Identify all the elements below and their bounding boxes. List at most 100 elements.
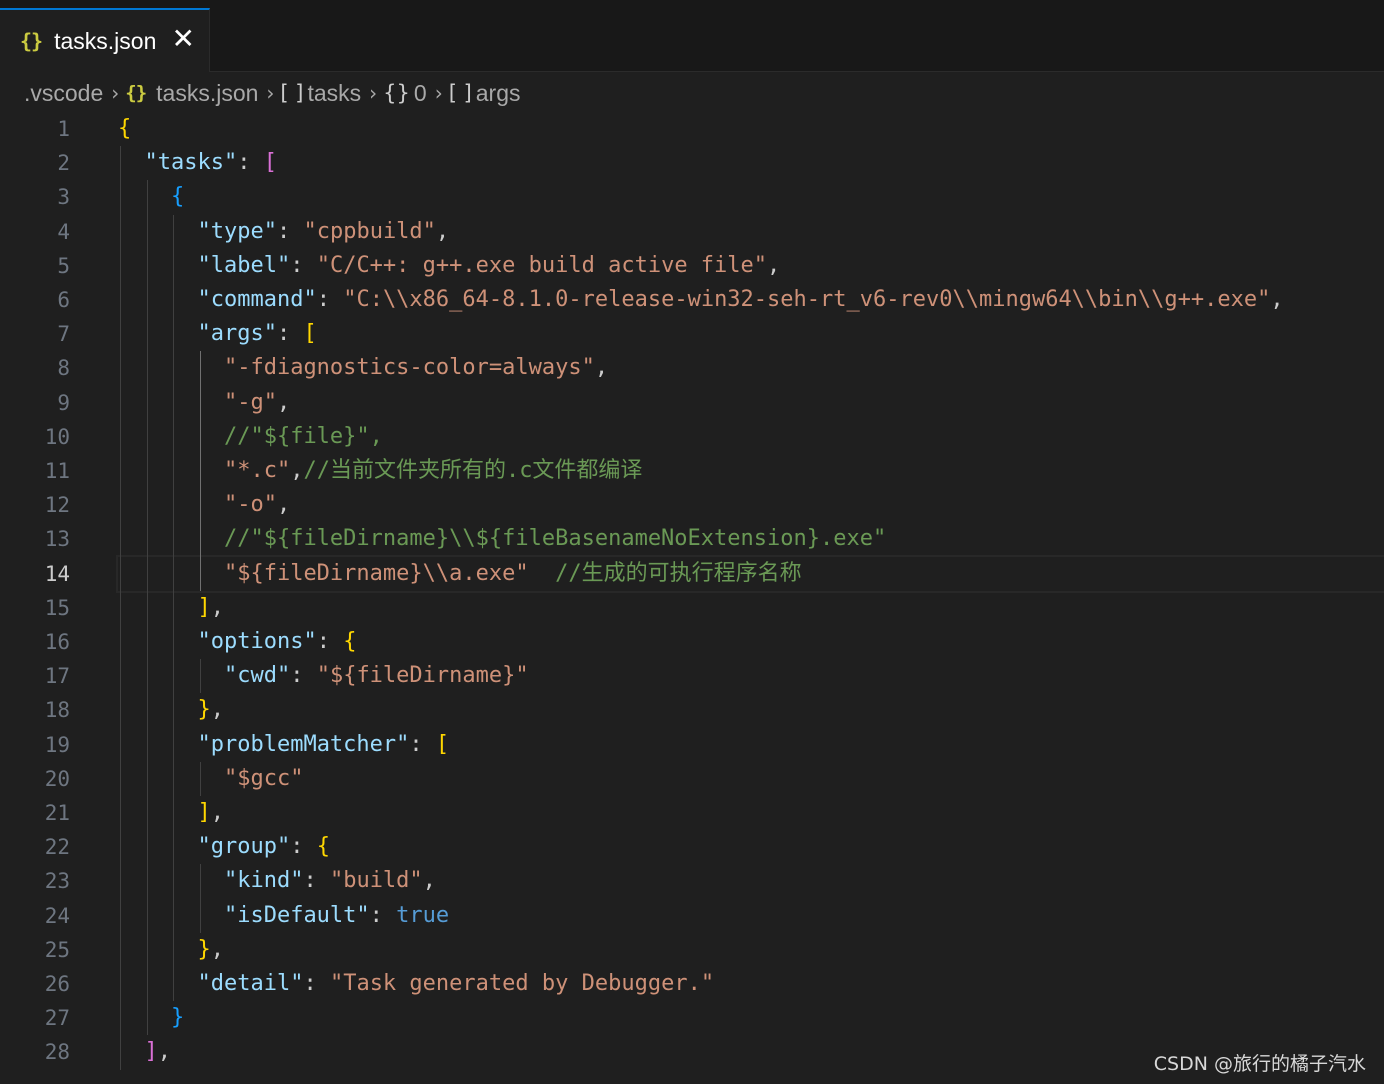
tab-tasks-json[interactable]: {} tasks.json ✕ bbox=[0, 8, 210, 72]
array-icon: [ ] bbox=[448, 81, 472, 105]
code-token: , bbox=[435, 218, 450, 244]
line-number: 5 bbox=[57, 253, 70, 278]
code-line[interactable]: 21 ], bbox=[0, 796, 1384, 830]
watermark: CSDN @旅行的橘子汽水 bbox=[1153, 1053, 1366, 1075]
code-text: //"${fileDirname}\\${fileBasenameNoExten… bbox=[118, 522, 1384, 556]
breadcrumb-tasks[interactable]: tasks bbox=[307, 80, 361, 107]
code-line[interactable]: 1{ bbox=[0, 112, 1384, 146]
breadcrumb-args[interactable]: args bbox=[476, 80, 521, 107]
code-token: "detail" bbox=[197, 971, 304, 996]
line-number: 13 bbox=[44, 527, 70, 552]
breadcrumb-index[interactable]: 0 bbox=[414, 80, 427, 107]
line-number: 17 bbox=[44, 664, 70, 689]
code-token: : bbox=[316, 629, 344, 654]
indent-guide bbox=[120, 146, 121, 1070]
code-line[interactable]: 27 } bbox=[0, 1001, 1384, 1035]
line-number: 7 bbox=[57, 322, 70, 347]
code-line[interactable]: 15 ], bbox=[0, 591, 1384, 625]
code-editor[interactable]: 1{2 "tasks": [3 {4 "type": "cppbuild", 5 … bbox=[0, 112, 1384, 1084]
code-text: "cwd": "${fileDirname}" bbox=[118, 659, 1384, 693]
code-line[interactable]: 18 }, bbox=[0, 693, 1384, 727]
code-line[interactable]: 13 //"${fileDirname}\\${fileBasenameNoEx… bbox=[0, 522, 1384, 556]
json-file-icon: {} bbox=[125, 82, 147, 104]
code-line[interactable]: 7 "args": [ bbox=[0, 317, 1384, 351]
code-line[interactable]: 6 "command": "C:\\x86_64-8.1.0-release-w… bbox=[0, 283, 1384, 317]
code-text: { bbox=[118, 180, 1384, 214]
code-token: "options" bbox=[197, 629, 317, 654]
code-token: , bbox=[290, 458, 304, 483]
code-line[interactable]: 5 "label": "C/C++: g++.exe build active … bbox=[0, 249, 1384, 283]
code-token: "-g" bbox=[223, 389, 277, 415]
code-line[interactable]: 3 { bbox=[0, 180, 1384, 214]
code-line[interactable]: 14 "${fileDirname}\\a.exe" //生成的可执行程序名称 bbox=[0, 554, 1384, 593]
code-line[interactable]: 20 "$gcc" bbox=[0, 762, 1384, 796]
indent-guide bbox=[199, 659, 201, 694]
code-token: ] bbox=[197, 594, 211, 620]
line-number: 24 bbox=[44, 903, 70, 928]
close-icon[interactable]: ✕ bbox=[172, 25, 195, 53]
code-line[interactable]: 4 "type": "cppbuild", bbox=[0, 215, 1384, 249]
code-token: "command" bbox=[197, 287, 317, 312]
code-token: , bbox=[210, 800, 224, 825]
code-line[interactable]: 23 "kind": "build", bbox=[0, 864, 1384, 898]
indent-guide bbox=[199, 351, 201, 591]
code-token: true bbox=[396, 902, 450, 928]
code-line[interactable]: 26 "detail": "Task generated by Debugger… bbox=[0, 967, 1384, 1001]
code-token: "tasks" bbox=[144, 150, 238, 176]
code-line[interactable]: 16 "options": { bbox=[0, 625, 1384, 659]
code-token: , bbox=[210, 594, 224, 620]
code-line[interactable]: 9 "-g", bbox=[0, 386, 1384, 420]
code-token: { bbox=[170, 184, 185, 210]
code-token: : bbox=[303, 971, 330, 996]
code-line[interactable]: 17 "cwd": "${fileDirname}" bbox=[0, 659, 1384, 693]
code-line[interactable]: 19 "problemMatcher": [ bbox=[0, 728, 1384, 762]
line-number: 26 bbox=[44, 972, 70, 996]
line-number: 2 bbox=[57, 151, 70, 176]
code-token: : bbox=[290, 663, 317, 689]
code-line[interactable]: 10 //"${file}", bbox=[0, 420, 1384, 454]
code-text: }, bbox=[118, 933, 1384, 967]
code-token: , bbox=[210, 697, 224, 723]
code-line[interactable]: 8 "-fdiagnostics-color=always", bbox=[0, 351, 1384, 385]
line-number: 12 bbox=[44, 493, 70, 518]
code-line[interactable]: 2 "tasks": [ bbox=[0, 146, 1384, 180]
code-line[interactable]: 11 "*.c",//当前文件夹所有的.c文件都编译 bbox=[0, 454, 1384, 488]
code-token: , bbox=[210, 936, 224, 962]
chevron-right-icon: › bbox=[369, 81, 378, 105]
code-text: } bbox=[118, 1001, 1384, 1035]
tab-label: tasks.json bbox=[54, 27, 157, 54]
breadcrumb-file[interactable]: tasks.json bbox=[156, 80, 258, 107]
code-text: "${fileDirname}\\a.exe" //生成的可执行程序名称 bbox=[116, 554, 1384, 593]
line-number: 22 bbox=[44, 835, 70, 860]
code-token: : bbox=[290, 252, 317, 278]
code-token: "args" bbox=[197, 321, 277, 347]
code-token: : bbox=[237, 150, 264, 176]
code-token: "${fileDirname}" bbox=[316, 663, 529, 689]
code-token: "C/C++: g++.exe build active file" bbox=[316, 252, 768, 278]
line-number: 11 bbox=[44, 459, 70, 483]
code-token: "C:\\x86_64-8.1.0-release-win32-seh-rt_v… bbox=[343, 287, 1271, 312]
object-icon: {} bbox=[383, 81, 410, 105]
code-line[interactable]: 25 }, bbox=[0, 933, 1384, 967]
breadcrumb-folder[interactable]: .vscode bbox=[24, 80, 103, 107]
code-token: { bbox=[343, 629, 357, 654]
code-token: , bbox=[594, 355, 609, 381]
code-line[interactable]: 12 "-o", bbox=[0, 488, 1384, 522]
code-line[interactable]: 24 "isDefault": true bbox=[0, 899, 1384, 933]
code-token: ] bbox=[197, 800, 211, 825]
code-text: ], bbox=[118, 591, 1384, 625]
code-token: } bbox=[170, 1005, 185, 1031]
code-line[interactable]: 22 "group": { bbox=[0, 830, 1384, 864]
code-token: ] bbox=[144, 1039, 158, 1065]
